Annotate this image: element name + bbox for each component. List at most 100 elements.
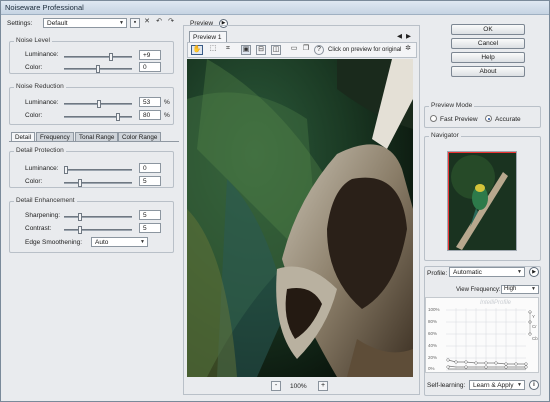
navigator-title: Navigator [429, 132, 461, 139]
noise-level-luminance-label: Luminance: [25, 51, 59, 58]
slider-thumb[interactable] [78, 213, 82, 221]
detail-enhancement-title: Detail Enhancement [14, 197, 77, 204]
slider-thumb[interactable] [109, 53, 113, 61]
noise-reduction-title: Noise Reduction [14, 83, 66, 90]
noise-level-color-slider[interactable] [64, 65, 132, 73]
crop-tool-icon[interactable]: ⌗ [223, 45, 233, 55]
y-tick: 60% [428, 331, 438, 336]
chevron-down-icon: ▼ [517, 382, 522, 388]
chevron-down-icon: ▼ [140, 239, 145, 245]
noise-reduction-luminance-label: Luminance: [25, 99, 59, 106]
sharpening-slider[interactable] [64, 213, 132, 221]
view-frequency-dropdown[interactable]: High ▼ [501, 285, 539, 294]
tab-scroll-left-icon[interactable]: ◀ [397, 32, 402, 40]
tab-preview-1[interactable]: Preview 1 [189, 31, 227, 42]
slider-thumb[interactable] [78, 179, 82, 187]
view-frequency-value: High [504, 286, 517, 292]
chevron-down-icon: ▼ [119, 20, 124, 26]
zoom-out-button[interactable]: - [271, 381, 281, 391]
y-tick: 20% [428, 355, 438, 360]
cancel-button[interactable]: Cancel [451, 38, 525, 49]
percent-unit: % [164, 99, 170, 106]
noise-level-luminance-slider[interactable] [64, 53, 132, 61]
slider-thumb[interactable] [97, 100, 101, 108]
y-tick: 80% [428, 319, 438, 324]
slider-thumb[interactable] [64, 166, 68, 174]
slider-thumb[interactable] [78, 226, 82, 234]
accurate-radio[interactable] [485, 115, 492, 122]
preview-image[interactable] [187, 59, 413, 377]
zoom-level: 100% [290, 383, 307, 390]
noise-level-color-label: Color: [25, 64, 43, 71]
open-folder-icon[interactable]: ▭ [289, 45, 299, 55]
tab-tonal-range[interactable]: Tonal Range [75, 132, 119, 141]
copy-icon[interactable]: ❐ [301, 45, 311, 55]
save-icon[interactable]: ▪ [130, 18, 140, 28]
y-tick: 100% [428, 307, 440, 312]
zoom-in-button[interactable]: + [318, 381, 328, 391]
settings-value: Default [47, 20, 68, 27]
noise-reduction-luminance-slider[interactable] [64, 100, 132, 108]
view-frequency-label: View Frequency: [456, 287, 501, 293]
row-label-cr: Cr [532, 324, 537, 329]
tab-divider [9, 141, 179, 142]
y-tick: 40% [428, 343, 438, 348]
row-label-cb: Cb [532, 336, 538, 341]
marquee-tool-icon[interactable]: ⬚ [208, 45, 218, 55]
split-horizontal-icon[interactable]: ⊟ [256, 45, 266, 55]
slider-thumb[interactable] [116, 113, 120, 121]
redo-icon[interactable]: ↷ [166, 18, 176, 28]
detail-protection-luminance-slider[interactable] [64, 166, 132, 174]
contrast-label: Contrast: [25, 225, 52, 232]
noise-level-color-value[interactable]: 0 [139, 62, 161, 72]
info-icon[interactable]: i [529, 380, 539, 390]
noise-reduction-color-slider[interactable] [64, 113, 132, 121]
tab-frequency[interactable]: Frequency [36, 132, 74, 141]
detail-protection-color-label: Color: [25, 178, 43, 185]
about-button[interactable]: About [451, 66, 525, 77]
single-view-icon[interactable]: ▣ [241, 45, 251, 55]
detail-protection-luminance-value[interactable]: 0 [139, 163, 161, 173]
percent-unit: % [164, 112, 170, 119]
tab-color-range[interactable]: Color Range [118, 132, 162, 141]
profile-value: Automatic [453, 269, 482, 276]
sharpening-value[interactable]: 5 [139, 210, 161, 220]
contrast-value[interactable]: 5 [139, 223, 161, 233]
noise-reduction-color-label: Color: [25, 112, 43, 119]
contrast-slider[interactable] [64, 226, 132, 234]
hand-tool-icon[interactable]: ✋ [191, 45, 203, 55]
tab-scroll-right-icon[interactable]: ▶ [406, 32, 411, 40]
profile-dropdown[interactable]: Automatic ▼ [449, 267, 525, 277]
detail-protection-color-slider[interactable] [64, 179, 132, 187]
undo-icon[interactable]: ↶ [154, 18, 164, 28]
slider-thumb[interactable] [96, 65, 100, 73]
bird-photo [187, 59, 413, 377]
tab-detail[interactable]: Detail [11, 132, 36, 141]
noise-reduction-luminance-value[interactable]: 53 [139, 97, 161, 107]
noise-reduction-color-value[interactable]: 80 [139, 110, 161, 120]
settings-dropdown[interactable]: Default ▼ [43, 18, 127, 28]
self-learning-dropdown[interactable]: Learn & Apply ▼ [469, 380, 525, 390]
chevron-down-icon: ▼ [531, 286, 536, 292]
split-vertical-icon[interactable]: ◫ [271, 45, 281, 55]
profile-graph[interactable]: IntelliProfile 100% 80% 60% 40% 20% 0% Y… [425, 297, 539, 373]
fast-preview-radio[interactable] [430, 115, 437, 122]
edge-smoothening-dropdown[interactable]: Auto ▼ [91, 237, 148, 247]
help-icon[interactable]: ? [314, 45, 324, 55]
delete-icon[interactable]: ✕ [142, 18, 152, 28]
chevron-down-icon: ▼ [517, 269, 522, 275]
navigator-viewport[interactable] [448, 152, 516, 250]
profile-play-icon[interactable]: ▶ [529, 267, 539, 277]
accurate-label: Accurate [495, 116, 521, 123]
help-button[interactable]: Help [451, 52, 525, 63]
noise-level-luminance-value[interactable]: +9 [139, 50, 161, 60]
navigator-thumbnail[interactable] [447, 151, 517, 251]
profile-curve-chart [446, 308, 532, 371]
intelliprofile-watermark: IntelliProfile [480, 300, 512, 306]
preview-hint: Click on preview for original [328, 47, 402, 53]
ok-button[interactable]: OK [451, 24, 525, 35]
settings-gear-icon[interactable]: ✲ [403, 45, 413, 55]
fast-preview-label: Fast Preview [440, 116, 478, 123]
edge-smoothening-value: Auto [95, 239, 109, 246]
detail-protection-color-value[interactable]: 5 [139, 176, 161, 186]
